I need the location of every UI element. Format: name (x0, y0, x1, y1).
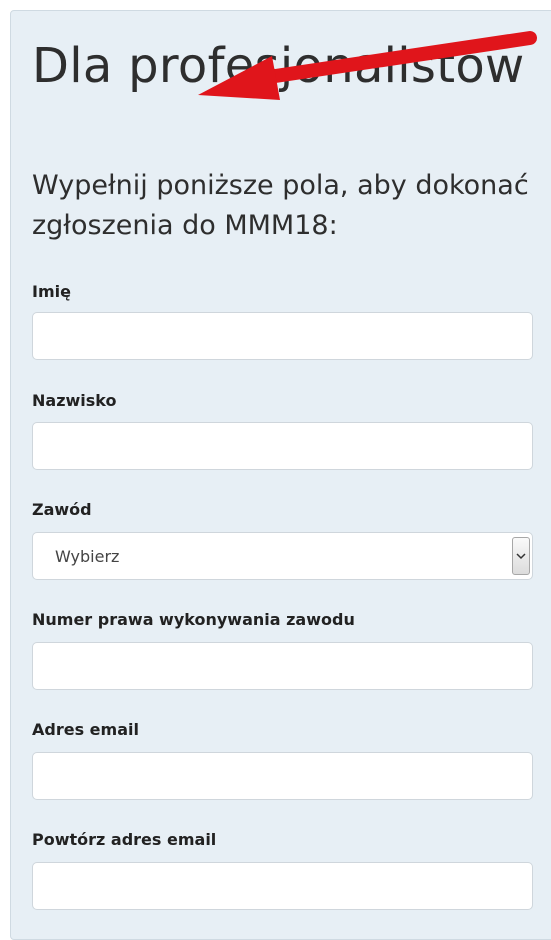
red-arrow-icon (198, 31, 537, 100)
